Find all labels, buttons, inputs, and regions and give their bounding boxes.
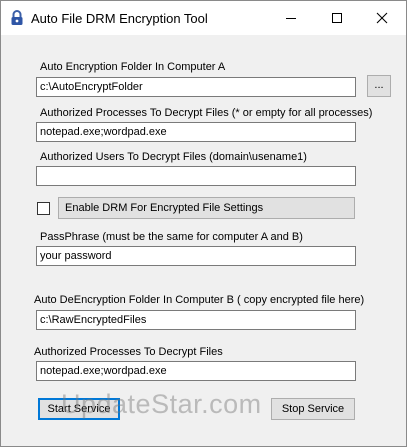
decrypt-folder-label: Auto DeEncryption Folder In Computer B (…: [34, 294, 365, 306]
decrypt-folder-field[interactable]: c:\RawEncryptedFiles: [36, 310, 356, 330]
close-icon: [376, 12, 388, 24]
passphrase-field[interactable]: your password: [36, 246, 356, 266]
stop-service-button[interactable]: Stop Service: [271, 398, 355, 420]
decrypt-processes-label: Authorized Processes To Decrypt Files: [34, 346, 223, 358]
browse-button[interactable]: ...: [367, 75, 391, 97]
processes-label: Authorized Processes To Decrypt Files (*…: [40, 107, 373, 119]
users-field[interactable]: [36, 166, 356, 186]
enable-drm-button[interactable]: Enable DRM For Encrypted File Settings: [58, 197, 355, 219]
decrypt-processes-field[interactable]: notepad.exe;wordpad.exe: [36, 361, 356, 381]
close-button[interactable]: [360, 1, 406, 35]
lock-icon: [10, 10, 24, 26]
maximize-icon: [332, 13, 342, 23]
window-title: Auto File DRM Encryption Tool: [31, 11, 208, 26]
processes-field[interactable]: notepad.exe;wordpad.exe: [36, 122, 356, 142]
app-window: Auto File DRM Encryption Tool Auto Encry…: [0, 0, 407, 447]
enable-drm-checkbox[interactable]: [37, 202, 50, 215]
encrypt-folder-label: Auto Encryption Folder In Computer A: [40, 61, 226, 73]
minimize-button[interactable]: [269, 1, 315, 35]
encrypt-folder-field[interactable]: c:\AutoEncryptFolder: [36, 77, 356, 97]
users-label: Authorized Users To Decrypt Files (domai…: [40, 151, 307, 163]
passphrase-label: PassPhrase (must be the same for compute…: [40, 231, 303, 243]
title-bar[interactable]: Auto File DRM Encryption Tool: [1, 1, 406, 35]
maximize-button[interactable]: [315, 1, 361, 35]
start-service-button[interactable]: Start Service: [38, 398, 120, 420]
minimize-icon: [286, 18, 296, 19]
